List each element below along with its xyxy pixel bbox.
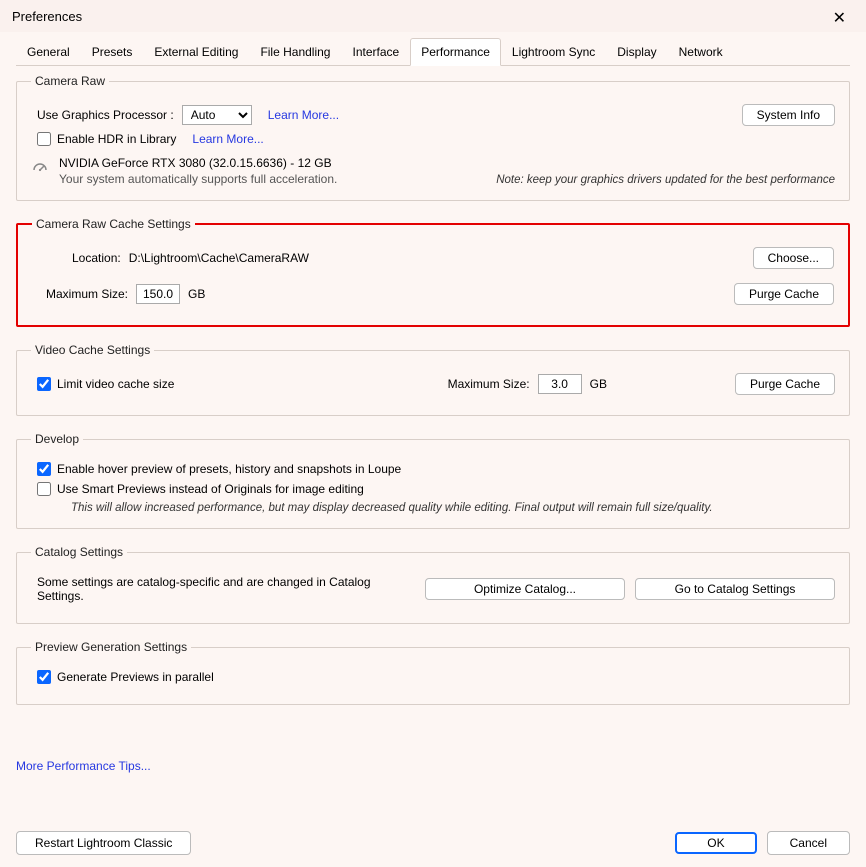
tab-presets[interactable]: Presets xyxy=(81,38,144,65)
learn-more-hdr-link[interactable]: Learn More... xyxy=(192,132,263,146)
tab-performance[interactable]: Performance xyxy=(410,38,501,66)
max-size-input[interactable] xyxy=(136,284,180,304)
enable-hdr-input[interactable] xyxy=(37,132,51,146)
camera-raw-legend: Camera Raw xyxy=(31,74,109,88)
tab-lightroom-sync[interactable]: Lightroom Sync xyxy=(501,38,606,65)
develop-group: Develop Enable hover preview of presets,… xyxy=(16,432,850,529)
gpu-select[interactable]: Auto xyxy=(182,105,252,125)
limit-video-checkbox[interactable]: Limit video cache size xyxy=(37,377,174,391)
choose-button[interactable]: Choose... xyxy=(753,247,834,269)
purge-video-cache-button[interactable]: Purge Cache xyxy=(735,373,835,395)
enable-hdr-label: Enable HDR in Library xyxy=(57,132,176,146)
tabstrip: GeneralPresetsExternal EditingFile Handl… xyxy=(16,38,850,66)
limit-video-label: Limit video cache size xyxy=(57,377,174,391)
smart-preview-label: Use Smart Previews instead of Originals … xyxy=(57,482,364,496)
camera-raw-group: Camera Raw Use Graphics Processor : Auto… xyxy=(16,74,850,201)
more-tips-link[interactable]: More Performance Tips... xyxy=(16,759,850,773)
ok-button[interactable]: OK xyxy=(675,832,756,854)
generate-parallel-input[interactable] xyxy=(37,670,51,684)
generate-parallel-label: Generate Previews in parallel xyxy=(57,670,214,684)
cache-location-label: Location: xyxy=(72,251,121,265)
tab-file-handling[interactable]: File Handling xyxy=(249,38,341,65)
catalog-group: Catalog Settings Some settings are catal… xyxy=(16,545,850,624)
cache-settings-group: Camera Raw Cache Settings Location: D:\L… xyxy=(16,217,850,327)
tab-interface[interactable]: Interface xyxy=(341,38,410,65)
cache-settings-legend: Camera Raw Cache Settings xyxy=(32,217,195,231)
tab-display[interactable]: Display xyxy=(606,38,667,65)
video-cache-group: Video Cache Settings Limit video cache s… xyxy=(16,343,850,416)
titlebar: Preferences ✕ xyxy=(0,0,866,32)
gauge-icon xyxy=(31,158,49,176)
hover-preview-checkbox[interactable]: Enable hover preview of presets, history… xyxy=(37,462,401,476)
video-max-size-label: Maximum Size: xyxy=(448,377,530,391)
video-max-size-unit: GB xyxy=(590,377,607,391)
footer: Restart Lightroom Classic OK Cancel xyxy=(16,823,850,855)
video-max-size-input[interactable] xyxy=(538,374,582,394)
restart-button[interactable]: Restart Lightroom Classic xyxy=(16,831,191,855)
enable-hdr-checkbox[interactable]: Enable HDR in Library xyxy=(37,132,176,146)
window-title: Preferences xyxy=(12,9,82,24)
system-info-button[interactable]: System Info xyxy=(742,104,835,126)
video-cache-legend: Video Cache Settings xyxy=(31,343,154,357)
generate-parallel-checkbox[interactable]: Generate Previews in parallel xyxy=(37,670,214,684)
tab-network[interactable]: Network xyxy=(668,38,734,65)
driver-note: Note: keep your graphics drivers updated… xyxy=(496,174,835,186)
gpu-support-text: Your system automatically supports full … xyxy=(59,172,337,186)
max-size-label: Maximum Size: xyxy=(46,287,128,301)
hover-preview-input[interactable] xyxy=(37,462,51,476)
smart-preview-checkbox[interactable]: Use Smart Previews instead of Originals … xyxy=(37,482,364,496)
limit-video-input[interactable] xyxy=(37,377,51,391)
max-size-unit: GB xyxy=(188,287,205,301)
catalog-legend: Catalog Settings xyxy=(31,545,127,559)
gpu-name-text: NVIDIA GeForce RTX 3080 (32.0.15.6636) -… xyxy=(59,156,337,170)
smart-preview-input[interactable] xyxy=(37,482,51,496)
cache-location-path: D:\Lightroom\Cache\CameraRAW xyxy=(129,251,309,265)
develop-note: This will allow increased performance, b… xyxy=(71,502,835,514)
optimize-catalog-button[interactable]: Optimize Catalog... xyxy=(425,578,625,600)
purge-cache-button[interactable]: Purge Cache xyxy=(734,283,834,305)
use-gpu-label: Use Graphics Processor : xyxy=(37,108,174,122)
tab-external-editing[interactable]: External Editing xyxy=(143,38,249,65)
preview-gen-group: Preview Generation Settings Generate Pre… xyxy=(16,640,850,705)
learn-more-gpu-link[interactable]: Learn More... xyxy=(268,108,339,122)
tab-general[interactable]: General xyxy=(16,38,81,65)
hover-preview-label: Enable hover preview of presets, history… xyxy=(57,462,401,476)
goto-catalog-button[interactable]: Go to Catalog Settings xyxy=(635,578,835,600)
close-icon[interactable]: ✕ xyxy=(825,6,854,30)
cancel-button[interactable]: Cancel xyxy=(767,831,850,855)
preview-gen-legend: Preview Generation Settings xyxy=(31,640,191,654)
catalog-text: Some settings are catalog-specific and a… xyxy=(37,575,417,603)
develop-legend: Develop xyxy=(31,432,83,446)
